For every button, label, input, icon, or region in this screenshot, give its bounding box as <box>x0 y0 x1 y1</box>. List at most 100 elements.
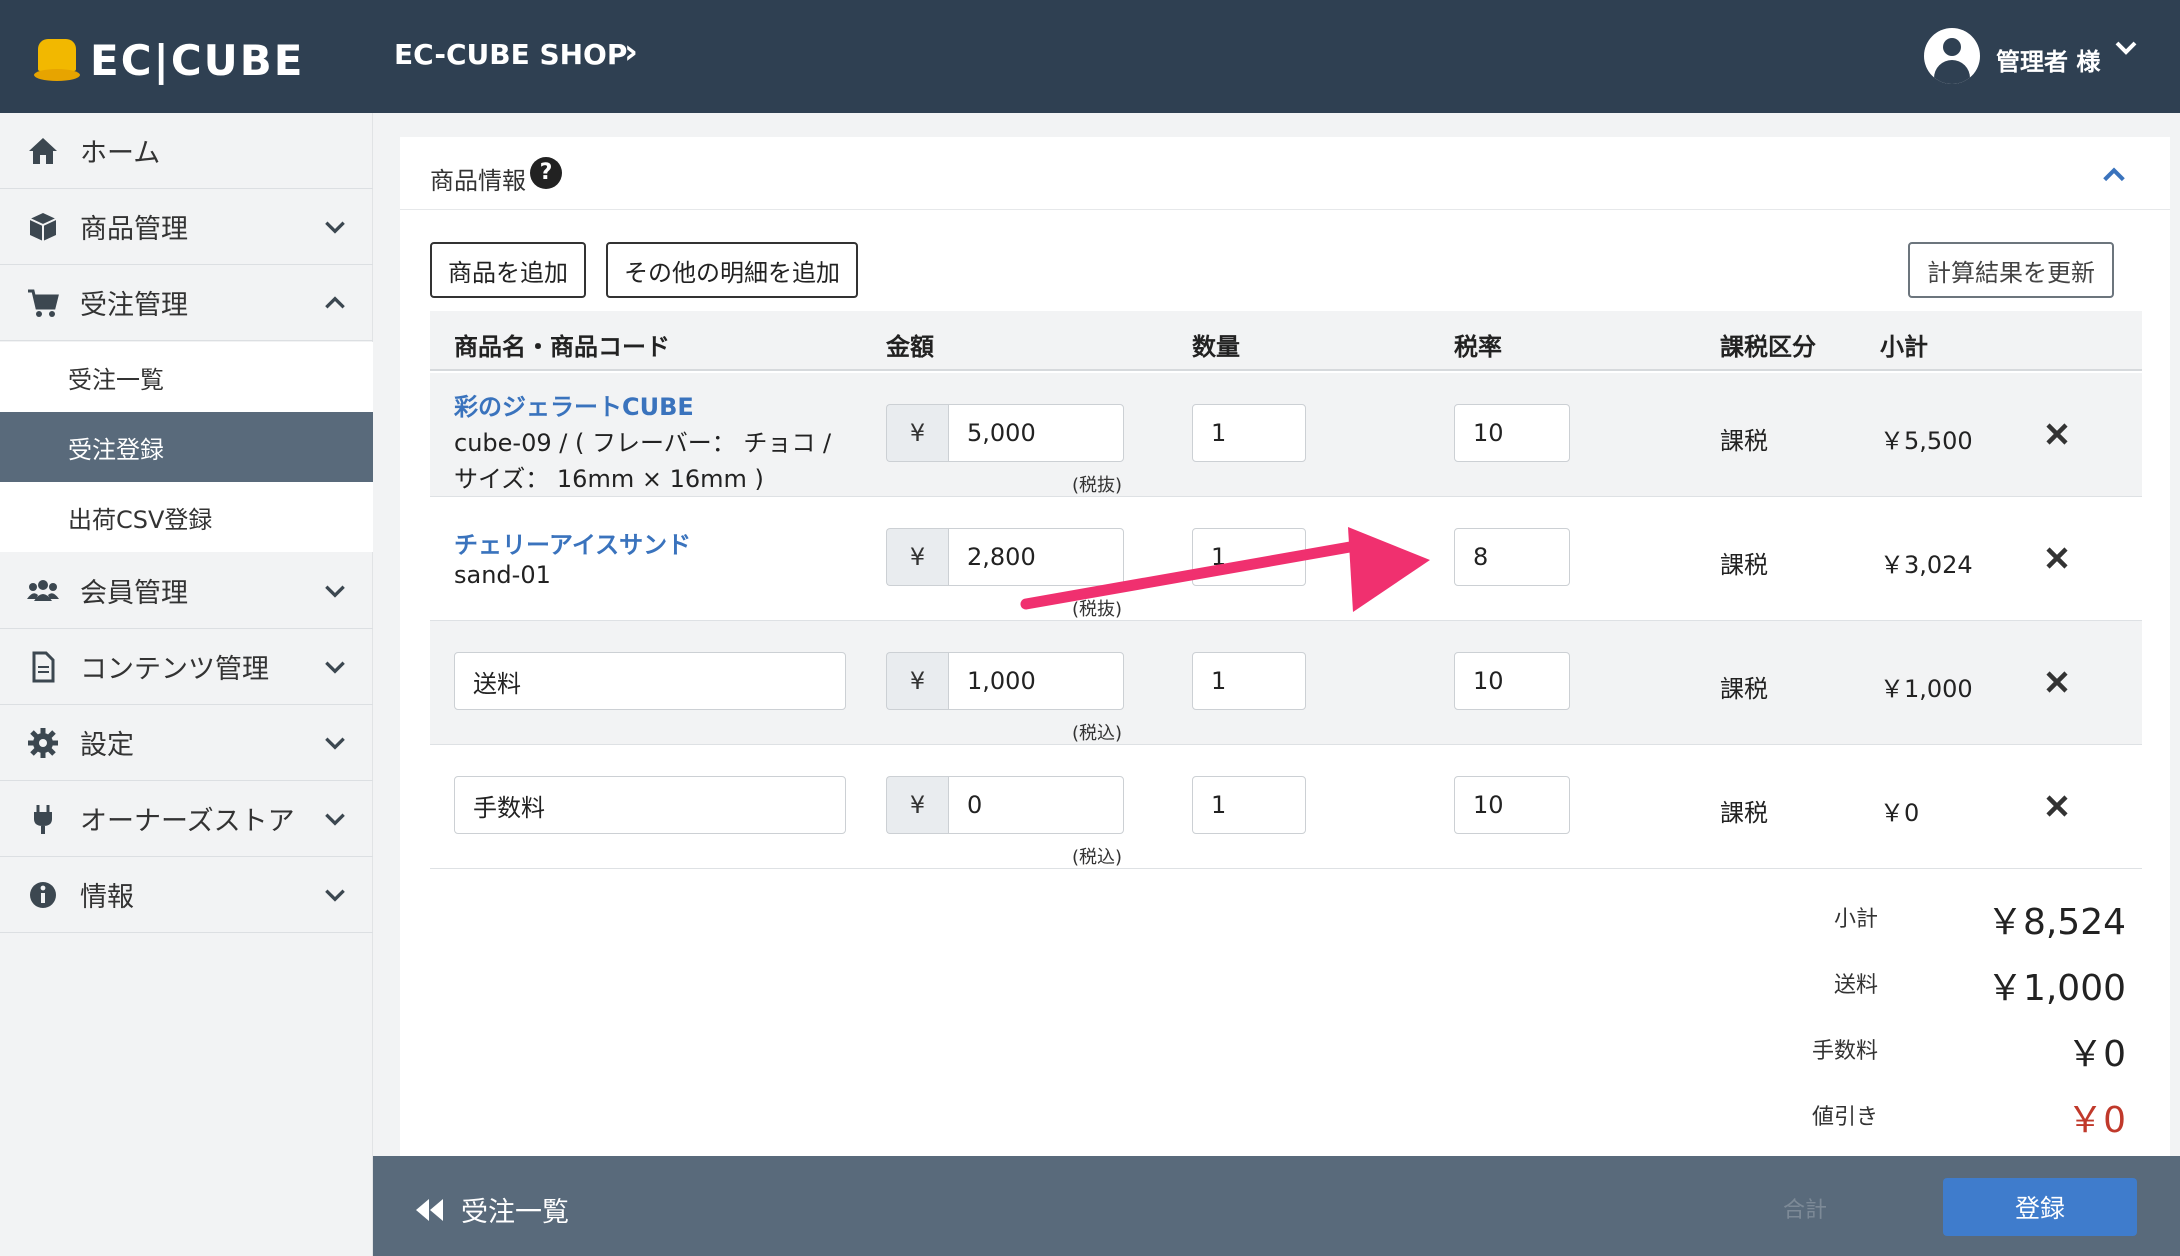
user-menu-name[interactable]: 管理者 様 <box>1996 42 2100 77</box>
gear-icon <box>28 727 58 758</box>
cart-icon <box>28 289 59 317</box>
ec-cube-logo[interactable]: EC|CUBE <box>34 36 304 85</box>
sidebar-item-orders[interactable]: 受注管理 <box>0 265 373 341</box>
tax-type: 課税 <box>1720 799 1768 827</box>
sidebar-item-info[interactable]: 情報 <box>0 857 373 933</box>
shop-name-link[interactable]: EC-CUBE SHOP <box>394 38 627 71</box>
sidebar-subitem-order-register[interactable]: 受注登録 <box>0 412 373 482</box>
row-subtotal: ￥0 <box>1880 799 1920 827</box>
total-label: 合計 <box>1783 1198 1828 1223</box>
logo-hat-icon <box>34 38 80 83</box>
sidebar-subitem-shipping-csv[interactable]: 出荷CSV登録 <box>0 482 373 552</box>
sidebar-item-label: 情報 <box>80 882 134 913</box>
product-info-card: 商品情報 ? 商品を追加 その他の明細を追加 計算結果を更新 商品名・商品コード… <box>400 137 2170 1256</box>
tax-note: (税抜) <box>1072 599 1123 620</box>
currency-prefix: ¥ <box>886 528 948 586</box>
tax-rate-input[interactable]: 10 <box>1454 652 1570 710</box>
logo-text: EC|CUBE <box>90 36 305 85</box>
chevron-down-icon[interactable] <box>2114 36 2138 60</box>
table-row: 送料 ¥ 1,000 (税込) 1 10 課税 ￥1,000 <box>430 621 2142 745</box>
card-header: 商品情報 ? <box>400 137 2170 210</box>
product-name-link[interactable]: 彩のジェラートCUBE <box>454 387 694 422</box>
table-row: 手数料 ¥ 0 (税込) 1 10 課税 ￥0 <box>430 745 2142 869</box>
shipping-value: ￥1,000 <box>1986 968 2126 1009</box>
backward-icon <box>416 1198 443 1221</box>
quantity-input[interactable]: 1 <box>1192 404 1306 462</box>
sidebar-item-label: 受注管理 <box>80 290 188 321</box>
column-header: 商品名・商品コード <box>454 333 670 361</box>
price-input[interactable]: 2,800 <box>948 528 1124 586</box>
close-icon[interactable] <box>2042 667 2072 697</box>
sidebar-subitem-label: 受注登録 <box>68 435 164 464</box>
product-code: cube-09 / ( フレーバー： チョコ / <box>454 429 832 457</box>
tax-type: 課税 <box>1720 551 1768 579</box>
sidebar-item-products[interactable]: 商品管理 <box>0 189 373 265</box>
sidebar-item-label: 設定 <box>80 730 134 761</box>
product-name-link[interactable]: チェリーアイスサンド <box>454 525 691 560</box>
users-icon <box>27 579 59 601</box>
quantity-input[interactable]: 1 <box>1192 776 1306 834</box>
chevron-up-icon <box>325 295 345 308</box>
row-subtotal: ￥1,000 <box>1880 675 1973 703</box>
item-name-input[interactable]: 送料 <box>454 652 846 710</box>
plug-icon <box>34 804 52 834</box>
column-header: 税率 <box>1454 333 1502 361</box>
add-product-button[interactable]: 商品を追加 <box>430 242 586 298</box>
column-header: 金額 <box>886 333 934 361</box>
question-icon[interactable]: ? <box>530 157 562 189</box>
currency-prefix: ¥ <box>886 652 948 710</box>
row-subtotal: ￥3,024 <box>1880 551 1973 579</box>
sidebar-item-contents[interactable]: コンテンツ管理 <box>0 629 373 705</box>
chevron-down-icon <box>325 585 345 598</box>
info-icon <box>30 881 56 908</box>
tax-rate-input[interactable]: 10 <box>1454 404 1570 462</box>
tax-type: 課税 <box>1720 675 1768 703</box>
table-row: 彩のジェラートCUBE cube-09 / ( フレーバー： チョコ / サイズ… <box>430 373 2142 497</box>
chevron-up-icon[interactable] <box>2100 161 2128 189</box>
price-input[interactable]: 5,000 <box>948 404 1124 462</box>
user-avatar-icon[interactable] <box>1924 28 1980 84</box>
update-calculation-button[interactable]: 計算結果を更新 <box>1908 242 2114 298</box>
price-input[interactable]: 0 <box>948 776 1124 834</box>
back-to-order-list-link[interactable]: 受注一覧 <box>413 1190 569 1229</box>
row-subtotal: ￥5,500 <box>1880 427 1973 455</box>
sidebar-item-label: 会員管理 <box>80 578 188 609</box>
item-name-input[interactable]: 手数料 <box>454 776 846 834</box>
add-other-item-button[interactable]: その他の明細を追加 <box>606 242 858 298</box>
file-icon <box>32 651 55 682</box>
tax-note: (税抜) <box>1072 475 1123 496</box>
tax-rate-input[interactable]: 8 <box>1454 528 1570 586</box>
product-code: sand-01 <box>454 561 551 589</box>
sidebar-subitem-order-list[interactable]: 受注一覧 <box>0 342 373 412</box>
back-label: 受注一覧 <box>461 1197 569 1228</box>
register-button[interactable]: 登録 <box>1943 1178 2137 1236</box>
column-header: 小計 <box>1880 333 1928 361</box>
column-header: 課税区分 <box>1720 333 1816 361</box>
currency-prefix: ¥ <box>886 404 948 462</box>
tax-rate-input[interactable]: 10 <box>1454 776 1570 834</box>
sidebar-subitem-label: 出荷CSV登録 <box>68 505 213 534</box>
chevron-down-icon <box>325 737 345 750</box>
sidebar-item-owners-store[interactable]: オーナーズストア <box>0 781 373 857</box>
sidebar-item-settings[interactable]: 設定 <box>0 705 373 781</box>
footer-bar: 受注一覧 合計 登録 <box>373 1156 2180 1256</box>
sidebar-item-members[interactable]: 会員管理 <box>0 553 373 629</box>
price-input[interactable]: 1,000 <box>948 652 1124 710</box>
chevron-right-icon[interactable]: › <box>624 32 638 72</box>
sidebar-subitem-label: 受注一覧 <box>68 365 164 394</box>
sidebar-item-label: オーナーズストア <box>80 806 295 837</box>
table-row: チェリーアイスサンド sand-01 ¥ 2,800 (税抜) 1 8 課税 ￥… <box>430 497 2142 621</box>
tax-type: 課税 <box>1720 427 1768 455</box>
quantity-input[interactable]: 1 <box>1192 528 1306 586</box>
close-icon[interactable] <box>2042 543 2072 573</box>
quantity-input[interactable]: 1 <box>1192 652 1306 710</box>
close-icon[interactable] <box>2042 791 2072 821</box>
sidebar-item-home[interactable]: ホーム <box>0 113 373 189</box>
sidebar-item-label: ホーム <box>80 138 161 169</box>
chevron-down-icon <box>325 221 345 234</box>
close-icon[interactable] <box>2042 419 2072 449</box>
chevron-down-icon <box>325 889 345 902</box>
cube-icon <box>29 212 57 241</box>
chevron-down-icon <box>325 813 345 826</box>
fee-value: ￥0 <box>2067 1034 2126 1075</box>
